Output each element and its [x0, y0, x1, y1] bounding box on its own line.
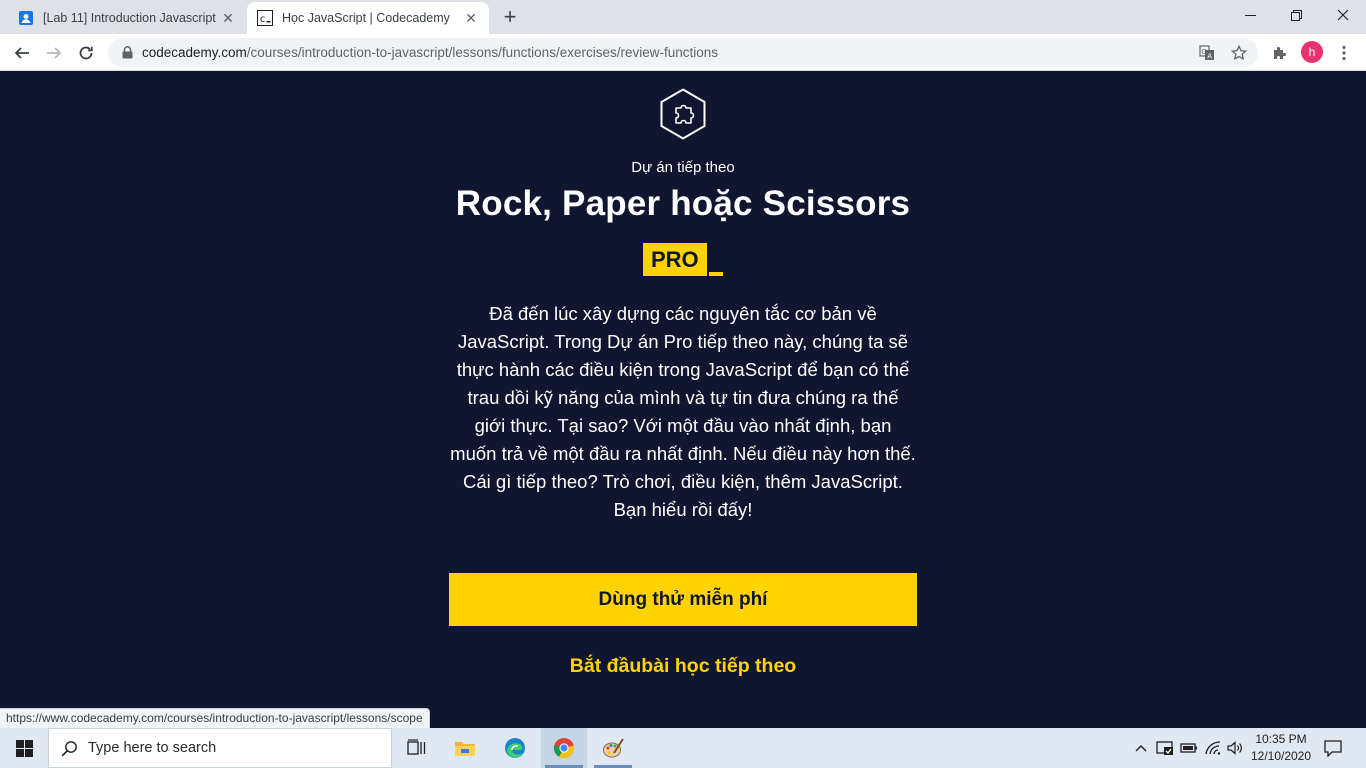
url-text: codecademy.com/courses/introduction-to-j… [142, 45, 718, 60]
user-doc-icon [18, 10, 34, 26]
free-trial-button[interactable]: Dùng thử miễn phí [449, 573, 917, 626]
address-bar[interactable]: codecademy.com/courses/introduction-to-j… [108, 38, 1258, 67]
file-explorer-button[interactable] [442, 728, 488, 768]
battery-icon[interactable] [1180, 739, 1198, 757]
close-window-button[interactable] [1320, 0, 1366, 30]
status-bar-url: https://www.codecademy.com/courses/intro… [0, 708, 430, 728]
bookmark-star-icon[interactable] [1230, 44, 1248, 62]
clock-date: 12/10/2020 [1250, 749, 1312, 763]
tab-codecademy[interactable]: c Học JavaScript | Codecademy ✕ [247, 2, 489, 34]
extensions-button[interactable] [1266, 39, 1294, 67]
forward-button[interactable] [40, 39, 68, 67]
windows-taskbar: Type here to search 10:35 PM 12/10/2020 [0, 728, 1366, 768]
reload-icon [79, 46, 93, 60]
svg-text:A: A [1207, 53, 1212, 61]
reload-button[interactable] [72, 39, 100, 67]
search-placeholder: Type here to search [88, 740, 217, 756]
search-icon [61, 740, 77, 756]
task-view-icon [407, 739, 426, 755]
paint-button[interactable] [590, 728, 636, 768]
close-icon [1337, 9, 1349, 21]
taskbar-search-input[interactable]: Type here to search [48, 728, 392, 768]
minimize-window-button[interactable] [1227, 0, 1273, 30]
translate-icon[interactable]: GA [1198, 44, 1216, 62]
arrow-left-icon [14, 47, 29, 59]
next-project-label: Dự án tiếp theo [631, 159, 735, 176]
chrome-button[interactable] [541, 728, 587, 768]
security-center-icon[interactable] [1156, 739, 1174, 757]
chrome-icon [553, 738, 575, 759]
url-domain: codecademy.com [142, 45, 247, 60]
restore-window-button[interactable] [1273, 0, 1319, 30]
taskbar-clock[interactable]: 10:35 PM 12/10/2020 [1248, 731, 1314, 765]
edge-icon [505, 738, 525, 758]
close-tab-icon[interactable]: ✕ [220, 10, 236, 26]
paint-icon [603, 738, 624, 758]
new-tab-button[interactable]: + [498, 6, 522, 30]
lock-icon [120, 46, 134, 60]
next-lesson-link[interactable]: Bắt đầubài học tiếp theo [0, 655, 1366, 678]
arrow-right-icon [47, 47, 62, 59]
chevron-up-icon[interactable] [1132, 739, 1150, 757]
wifi-icon[interactable] [1204, 739, 1222, 757]
tab-title: [Lab 11] Introduction Javascript [43, 11, 216, 25]
browser-tab-bar: [Lab 11] Introduction Javascript ✕ c Học… [0, 0, 1366, 34]
project-promo-panel: Dự án tiếp theo Rock, Paper hoặc Scissor… [0, 71, 1366, 727]
close-tab-icon[interactable]: ✕ [463, 10, 479, 26]
project-badge-icon [660, 88, 706, 140]
tab-lab-11[interactable]: [Lab 11] Introduction Javascript ✕ [8, 2, 246, 34]
edge-button[interactable] [492, 728, 538, 768]
restore-icon [1290, 9, 1302, 21]
svg-text:G: G [1201, 48, 1206, 56]
svg-text:c: c [260, 14, 266, 25]
url-path: /courses/introduction-to-javascript/less… [246, 45, 718, 60]
windows-logo-icon [15, 739, 33, 757]
project-description: Đã đến lúc xây dựng các nguyên tắc cơ bả… [450, 303, 916, 520]
clock-time: 10:35 PM [1255, 732, 1307, 746]
notification-icon [1324, 739, 1342, 757]
pro-badge: PRO [643, 243, 707, 276]
back-button[interactable] [8, 39, 36, 67]
project-title: Rock, Paper hoặc Scissors [455, 184, 911, 223]
minimize-icon [1244, 14, 1256, 16]
start-button[interactable] [0, 728, 48, 768]
codecademy-icon: c [257, 10, 273, 26]
speaker-icon[interactable] [1226, 739, 1244, 757]
action-center-button[interactable] [1322, 738, 1344, 758]
browser-menu-button[interactable] [1330, 39, 1358, 67]
tab-title: Học JavaScript | Codecademy [282, 11, 450, 25]
more-vertical-icon [1342, 45, 1346, 61]
pro-badge-cursor [709, 272, 723, 276]
file-explorer-icon [455, 742, 475, 756]
task-view-button[interactable] [394, 728, 440, 768]
profile-avatar[interactable]: h [1301, 41, 1323, 63]
browser-toolbar: codecademy.com/courses/introduction-to-j… [0, 34, 1366, 71]
puzzle-icon [1274, 47, 1286, 59]
